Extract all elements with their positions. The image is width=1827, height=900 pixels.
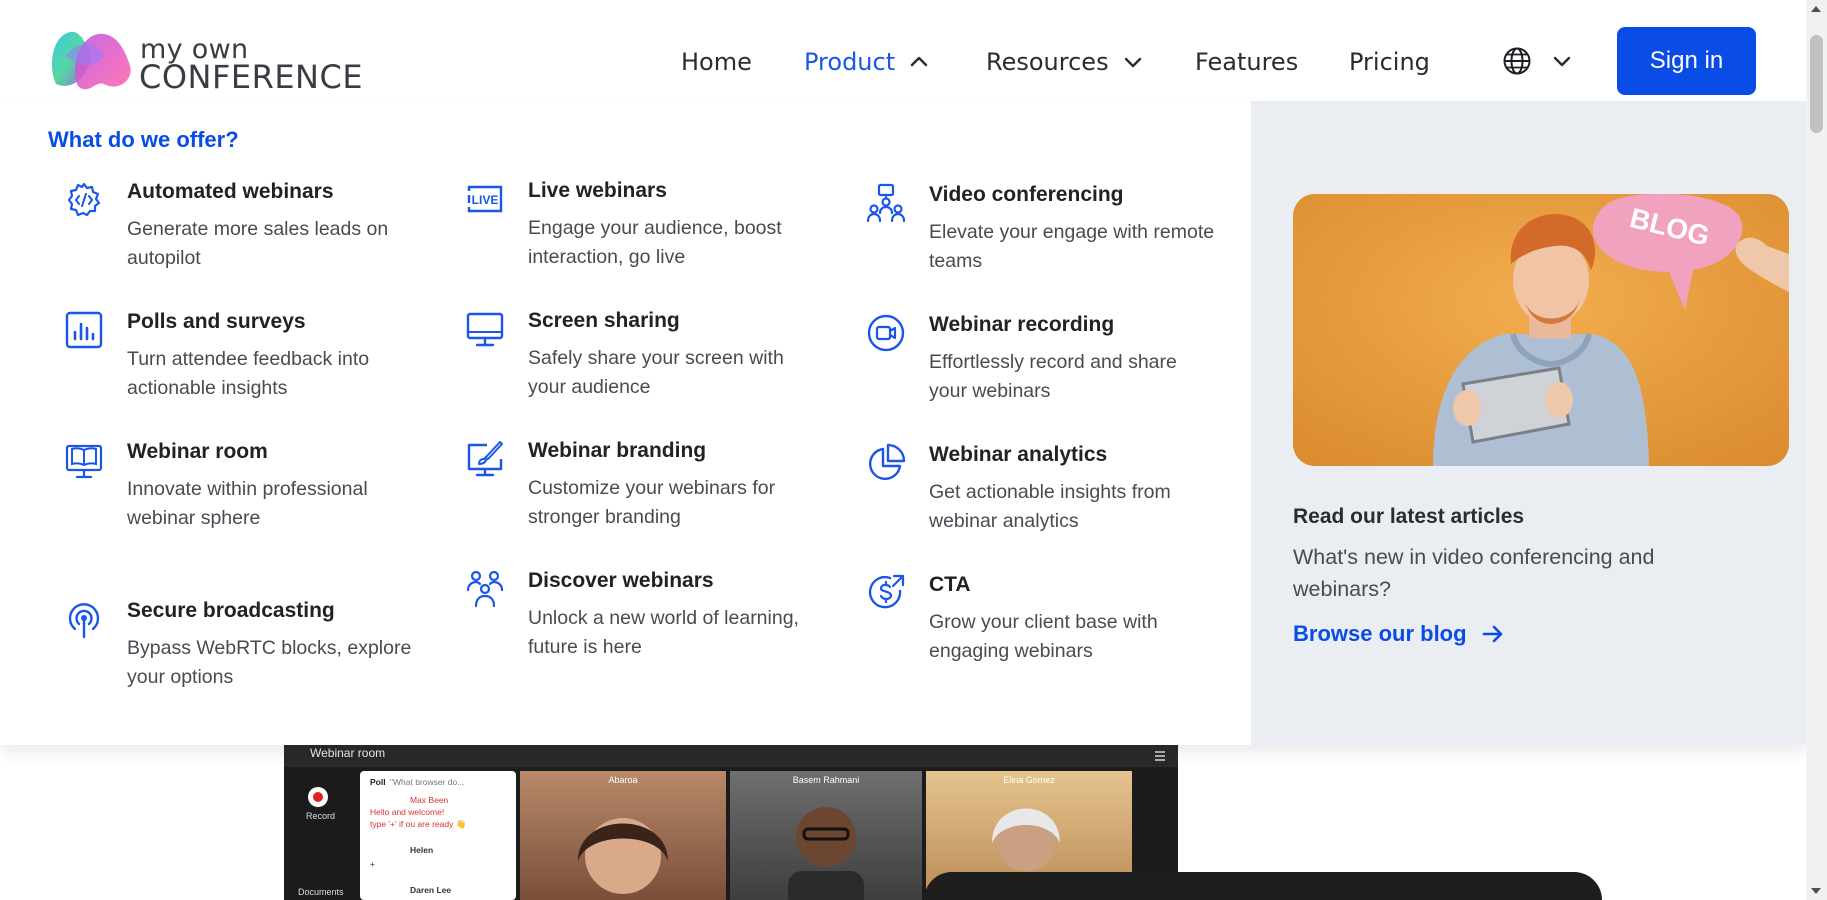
menu-item-title: Webinar recording xyxy=(929,313,1115,336)
poll-label: Poll xyxy=(370,777,386,787)
svg-text:LIVE: LIVE xyxy=(472,193,499,207)
people-presenter-icon xyxy=(866,183,906,223)
nav-pricing-label: Pricing xyxy=(1349,48,1430,76)
menu-item-title: CTA xyxy=(929,573,971,596)
page-scrollbar[interactable] xyxy=(1806,0,1827,900)
chevron-down-icon xyxy=(1124,57,1141,68)
menu-item-desc: Get actionable insights from webinar ana… xyxy=(929,481,1171,532)
scroll-thumb[interactable] xyxy=(1810,35,1823,133)
browse-blog-link[interactable]: Browse our blog xyxy=(1293,621,1505,647)
preview-sidebar: Record Documents xyxy=(284,767,356,900)
menu-item-desc: Bypass WebRTC blocks, explore your optio… xyxy=(127,637,412,688)
globe-icon xyxy=(1503,47,1531,75)
chevron-down-icon xyxy=(1553,56,1571,67)
menu-item-desc: Generate more sales leads on autopilot xyxy=(127,218,389,269)
participant-name: Elina Gomez xyxy=(1003,775,1055,785)
chat-name: Max Been xyxy=(410,795,449,805)
group-icon xyxy=(466,570,504,608)
browse-blog-label: Browse our blog xyxy=(1293,621,1467,646)
blog-promo-panel: BLOG Read our latest articles What's new… xyxy=(1251,101,1806,745)
chat-panel: Poll "What browser do... Max Been Hello … xyxy=(360,771,516,900)
scroll-down-arrow-icon[interactable] xyxy=(1811,888,1821,894)
nav-resources-label: Resources xyxy=(986,48,1109,76)
nav-features[interactable]: Features xyxy=(1195,44,1298,80)
product-mega-menu: What do we offer? Automated webinars Gen… xyxy=(0,101,1806,745)
broadcast-icon xyxy=(68,603,100,639)
video-tile: Abaroa xyxy=(520,771,726,900)
preview-titlebar: Webinar room xyxy=(284,745,1178,767)
participant-name: Abaroa xyxy=(608,775,638,785)
participant-name: Basem Rahmani xyxy=(792,775,860,785)
nav-home[interactable]: Home xyxy=(681,44,752,80)
menu-item-desc: Grow your client base with engaging webi… xyxy=(929,611,1158,662)
menu-item-title: Webinar analytics xyxy=(929,443,1108,466)
menu-item-desc: Elevate your engage with remote teams xyxy=(929,221,1215,272)
chat-text: type '+' if ou are ready 👋 xyxy=(370,819,467,829)
live-icon: LIVE xyxy=(467,185,503,213)
video-tile: Basem Rahmani xyxy=(730,771,922,900)
blog-illustration: BLOG xyxy=(1293,194,1789,466)
pie-chart-icon xyxy=(868,443,906,481)
monitor-icon xyxy=(466,312,504,347)
nav-product-label: Product xyxy=(804,48,896,76)
logo-mark-icon xyxy=(52,31,131,90)
nav-pricing[interactable]: Pricing xyxy=(1349,44,1430,80)
menu-item-title: Webinar branding xyxy=(528,439,707,462)
dollar-arrow-icon xyxy=(868,574,905,609)
nav-resources[interactable]: Resources xyxy=(986,44,1145,80)
blog-heading: Read our latest articles xyxy=(1293,505,1525,528)
sign-in-button[interactable]: Sign in xyxy=(1617,27,1756,95)
record-label: Record xyxy=(306,811,336,821)
preview-title: Webinar room xyxy=(310,746,386,760)
menu-item-desc: Customize your webinars for stronger bra… xyxy=(528,477,776,528)
site-header: my own CONFERENCE Home Product Resources… xyxy=(0,0,1806,101)
chevron-up-icon xyxy=(910,56,928,67)
tablet-preview xyxy=(924,872,1602,900)
participant-avatar xyxy=(578,818,668,894)
record-camera-icon xyxy=(867,314,905,352)
brand-logo[interactable]: my own CONFERENCE xyxy=(48,26,363,96)
blog-image[interactable]: BLOG xyxy=(1293,194,1789,466)
nav-features-label: Features xyxy=(1195,48,1299,76)
menu-items-panel: What do we offer? Automated webinars Gen… xyxy=(0,101,1251,745)
scroll-up-arrow-icon[interactable] xyxy=(1811,6,1821,12)
menu-item-title: Video conferencing xyxy=(929,183,1124,206)
arrow-right-icon xyxy=(1482,625,1502,643)
menu-item-desc: Unlock a new world of learning, future i… xyxy=(528,607,799,658)
participant-avatar xyxy=(788,807,864,900)
chat-name: Helen xyxy=(410,845,434,855)
menu-item-title: Automated webinars xyxy=(127,180,334,203)
gear-code-icon xyxy=(67,182,101,217)
chat-text: Hello and welcome! xyxy=(370,807,445,817)
menu-item-desc: Turn attendee feedback into actionable i… xyxy=(127,348,370,399)
blog-subtitle: What's new in video conferencing and web… xyxy=(1293,545,1655,601)
menu-item-desc: Innovate within professional webinar sph… xyxy=(127,478,368,529)
menu-item-title: Webinar room xyxy=(127,440,268,463)
menu-heading: What do we offer? xyxy=(48,127,239,152)
record-icon xyxy=(308,787,328,807)
book-monitor-icon xyxy=(65,444,103,479)
menu-icon xyxy=(1155,751,1165,761)
documents-label: Documents xyxy=(298,887,344,897)
menu-item-desc: Engage your audience, boost interaction,… xyxy=(528,217,782,268)
menu-item-title: Secure broadcasting xyxy=(127,599,335,622)
bar-chart-icon xyxy=(65,311,103,349)
nav-home-label: Home xyxy=(681,48,752,76)
chat-text: + xyxy=(370,859,375,869)
menu-item-title: Screen sharing xyxy=(528,309,680,332)
menu-item-title: Polls and surveys xyxy=(127,310,306,333)
menu-item-desc: Safely share your screen with your audie… xyxy=(528,347,784,398)
poll-question: "What browser do... xyxy=(390,777,465,787)
language-selector[interactable] xyxy=(1502,46,1574,76)
brush-monitor-icon xyxy=(467,441,503,477)
menu-item-title: Live webinars xyxy=(528,179,667,202)
menu-item-title: Discover webinars xyxy=(528,569,714,592)
brand-line-2: CONFERENCE xyxy=(139,58,364,96)
chat-name: Daren Lee xyxy=(410,885,452,895)
menu-item-desc: Effortlessly record and share your webin… xyxy=(929,351,1177,402)
nav-product[interactable]: Product xyxy=(804,44,931,80)
